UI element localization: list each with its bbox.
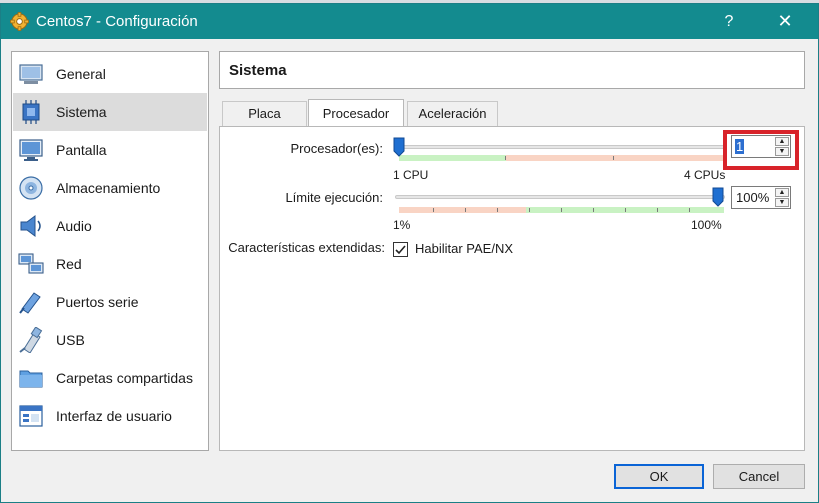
page-title: Sistema	[229, 62, 287, 79]
processor-range-warn	[506, 155, 724, 161]
exec-limit-label: Límite ejecución:	[285, 190, 383, 205]
sidebar-item-pantalla[interactable]: Pantalla	[13, 131, 207, 169]
cancel-button[interactable]: Cancel	[713, 464, 805, 489]
processor-tick	[505, 156, 506, 160]
processor-slider-thumb[interactable]	[393, 137, 405, 157]
sidebar-item-label: Pantalla	[56, 142, 107, 158]
processor-max-label: 4 CPUs	[684, 168, 726, 182]
pae-nx-checkbox[interactable]	[393, 242, 408, 257]
sidebar-item-label: Puertos serie	[56, 294, 139, 310]
speaker-icon	[20, 215, 41, 237]
sidebar-item-label: General	[56, 66, 106, 82]
settings-sidebar: General Sistema Pantalla Almacenamiento …	[11, 51, 209, 451]
exec-limit-spinbox[interactable]: 100% ▲ ▼	[731, 186, 791, 209]
ui-window-icon	[19, 405, 43, 427]
exec-limit-value: 100%	[736, 190, 770, 205]
sidebar-item-label: USB	[56, 332, 85, 348]
window-title: Centos7 - Configuración	[36, 13, 198, 30]
exec-limit-min-label: 1%	[393, 218, 411, 232]
sidebar-item-interfaz-usuario[interactable]: Interfaz de usuario	[13, 397, 207, 435]
processor-slider-groove[interactable]	[395, 145, 725, 149]
exec-limit-tick	[689, 208, 690, 212]
monitor-icon	[19, 139, 43, 161]
close-button[interactable]: ✕	[762, 4, 808, 39]
sidebar-item-label: Carpetas compartidas	[56, 370, 193, 386]
disk-icon	[19, 176, 43, 200]
serial-port-icon	[19, 292, 41, 314]
exec-limit-tick	[465, 208, 466, 212]
network-icon	[18, 253, 44, 274]
chip-icon	[22, 100, 40, 124]
extended-features-label: Características extendidas:	[228, 240, 385, 255]
sidebar-item-label: Interfaz de usuario	[56, 408, 172, 424]
sidebar-item-almacenamiento[interactable]: Almacenamiento	[13, 169, 207, 207]
spin-up-icon[interactable]: ▲	[775, 188, 789, 197]
exec-limit-tick	[561, 208, 562, 212]
processor-label: Procesador(es):	[290, 141, 383, 156]
annotation-highlight	[723, 130, 799, 170]
processor-min-label: 1 CPU	[393, 168, 429, 182]
sidebar-item-usb[interactable]: USB	[13, 321, 207, 359]
general-icon	[19, 64, 43, 84]
gear-icon	[10, 12, 29, 31]
exec-limit-tick	[625, 208, 626, 212]
sidebar-item-audio[interactable]: Audio	[13, 207, 207, 245]
exec-limit-slider-groove[interactable]	[395, 195, 725, 199]
exec-limit-spin-arrows: ▲ ▼	[775, 188, 789, 207]
title-bar: Centos7 - Configuración ? ✕	[1, 4, 818, 39]
sidebar-item-label: Almacenamiento	[56, 180, 161, 196]
sidebar-item-label: Audio	[56, 218, 92, 234]
folder-icon	[19, 370, 43, 388]
settings-window: Centos7 - Configuración ? ✕ General Sist…	[0, 3, 819, 503]
sidebar-item-label: Sistema	[56, 104, 107, 120]
section-header: Sistema	[219, 51, 805, 89]
check-icon	[395, 245, 406, 255]
exec-limit-tick	[497, 208, 498, 212]
pae-nx-label[interactable]: Habilitar PAE/NX	[415, 241, 513, 256]
processor-range-good	[399, 155, 506, 161]
exec-limit-tick	[529, 208, 530, 212]
sidebar-item-general[interactable]: General	[13, 55, 207, 93]
usb-icon	[19, 327, 43, 353]
exec-limit-max-label: 100%	[691, 218, 722, 232]
tab-procesador[interactable]: Procesador	[308, 99, 404, 126]
exec-limit-range-warn	[399, 207, 526, 213]
sidebar-item-label: Red	[56, 256, 82, 272]
exec-limit-tick	[433, 208, 434, 212]
sidebar-item-puertos-serie[interactable]: Puertos serie	[13, 283, 207, 321]
exec-limit-tick	[657, 208, 658, 212]
ok-button[interactable]: OK	[614, 464, 704, 489]
tab-aceleracion[interactable]: Aceleración	[407, 101, 498, 127]
exec-limit-slider-thumb[interactable]	[712, 187, 724, 207]
exec-limit-tick	[593, 208, 594, 212]
sidebar-item-carpetas-compartidas[interactable]: Carpetas compartidas	[13, 359, 207, 397]
processor-tick	[613, 156, 614, 160]
tab-placa-base[interactable]: Placa base	[222, 101, 307, 145]
help-button[interactable]: ?	[706, 4, 752, 39]
spin-down-icon[interactable]: ▼	[775, 198, 789, 207]
sidebar-item-red[interactable]: Red	[13, 245, 207, 283]
sidebar-item-sistema[interactable]: Sistema	[13, 93, 207, 131]
